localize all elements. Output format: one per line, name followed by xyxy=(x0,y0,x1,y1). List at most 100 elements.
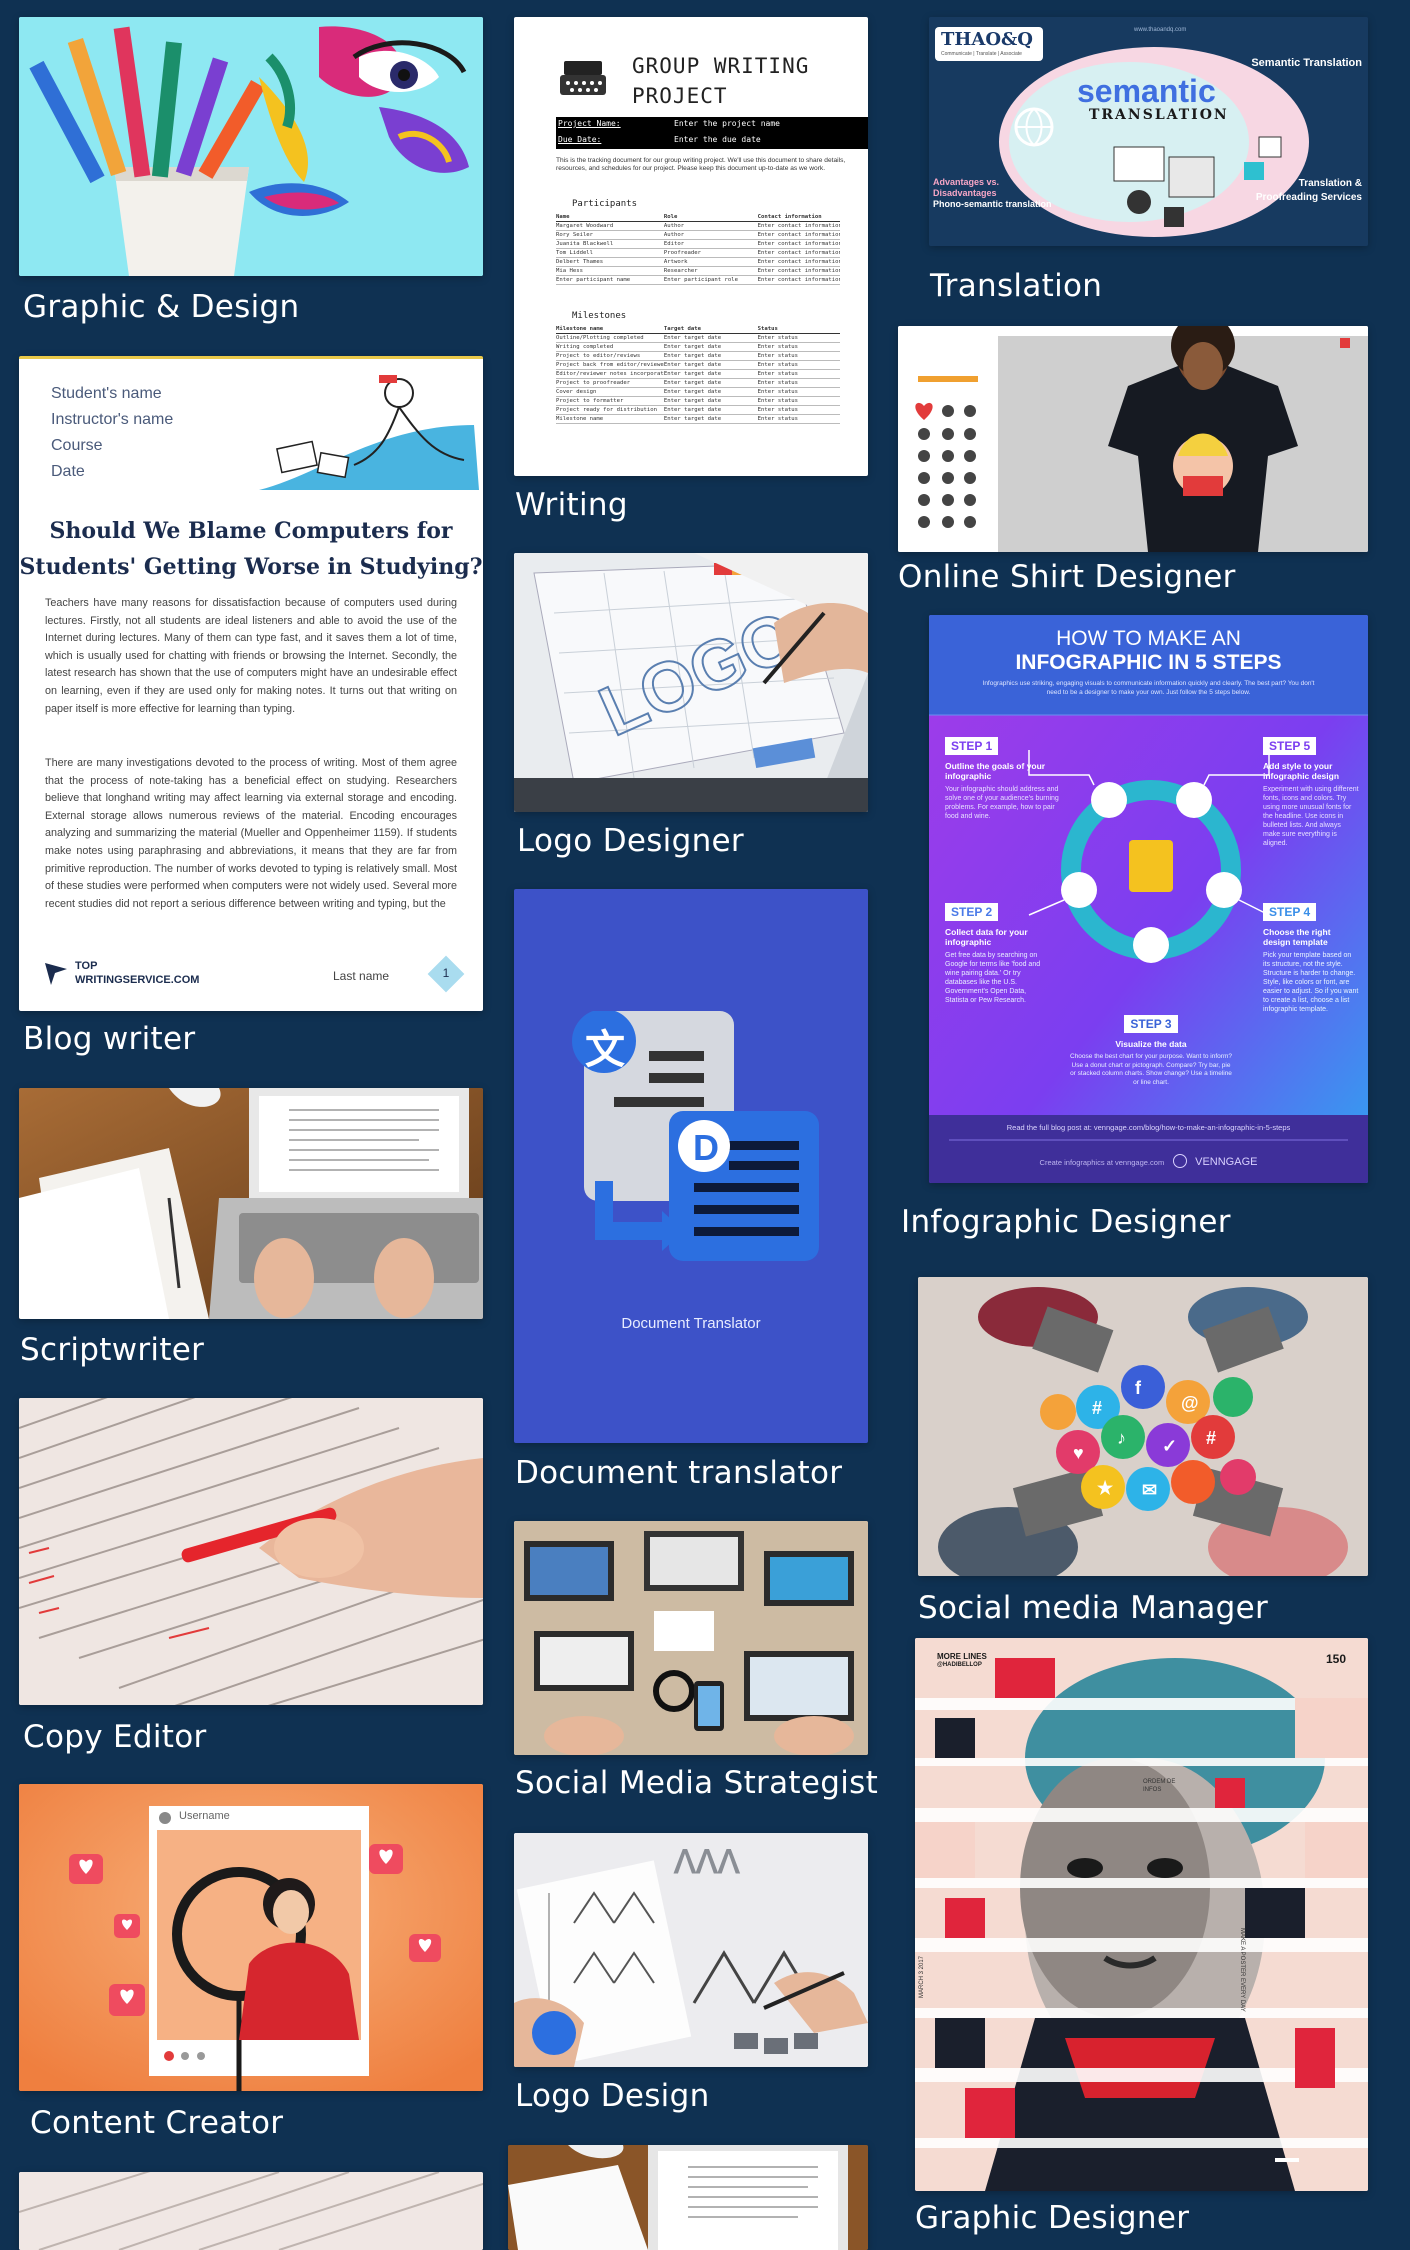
table-cell: Enter target date xyxy=(663,389,722,395)
infographic-intro: Infographics use striking, engaging visu… xyxy=(982,680,1315,696)
infographic-designer-caption[interactable]: Infographic Designer xyxy=(901,1207,1231,1238)
table-cell: Project ready for distribution xyxy=(556,407,658,413)
social-media-manager-photo: # f @ ♥ ♪ ✓ # ★ ✉ xyxy=(918,1277,1368,1576)
document-translator-card[interactable]: 文 D Document Translator xyxy=(514,889,868,1443)
poster-header-left: MORE LINES @HADIBELLOP xyxy=(937,1652,987,1670)
infographic-footer-credits: Create infographics at venngage.com VENN… xyxy=(929,1152,1368,1170)
svg-text:✉: ✉ xyxy=(1142,1480,1157,1500)
table-cell: Enter participant name xyxy=(556,277,631,283)
social-media-strategist-card[interactable] xyxy=(514,1521,868,1755)
logo-design-caption[interactable]: Logo Design xyxy=(515,2081,710,2112)
table-header-cell: Target date xyxy=(663,326,701,332)
poster-number: 150 xyxy=(1325,1652,1346,1666)
table-cell: Project to editor/reviews xyxy=(556,353,641,359)
writing-field-value: Enter the due date xyxy=(674,135,761,144)
doc-target-glyph: D xyxy=(693,1127,719,1168)
content-creator-caption[interactable]: Content Creator xyxy=(30,2108,283,2139)
blog-meta-line: Student's name xyxy=(51,385,162,402)
writing-card[interactable]: GROUP WRITING PROJECT Project Name: Ente… xyxy=(514,17,868,476)
graphic-designer-card[interactable]: MORE LINES @HADIBELLOP 150 MAKE A POSTER… xyxy=(915,1638,1368,2191)
blog-writer-caption[interactable]: Blog writer xyxy=(23,1024,195,1055)
writing-title-line: PROJECT xyxy=(632,84,728,108)
table-cell: Editor/reviewer notes incorporated xyxy=(556,371,664,377)
poster-header-line: MORE LINES xyxy=(937,1652,987,1661)
table-cell: Editor xyxy=(663,241,685,247)
table-row: Delbert Thames Artwork Enter contact infor… xyxy=(556,258,840,267)
blog-meta: Student's name Instructor's name Course … xyxy=(51,381,173,485)
table-cell: Enter target date xyxy=(663,362,722,368)
table-cell: Enter status xyxy=(757,335,799,341)
typewriter-icon xyxy=(560,61,606,95)
poster-side-left: MARCH 3 2017 xyxy=(919,1955,925,1998)
step-text: Experiment with using different fonts, i… xyxy=(1263,786,1359,847)
copy-editor-caption[interactable]: Copy Editor xyxy=(23,1722,207,1753)
milestones-table: Milestone name Target date Status Outline/P… xyxy=(556,325,840,424)
shirt-designer-screenshot xyxy=(898,326,1368,552)
table-cell: Enter target date xyxy=(663,344,722,350)
social-media-manager-card[interactable]: # f @ ♥ ♪ ✓ # ★ ✉ xyxy=(918,1277,1368,1576)
translation-left-line: Advantages vs. xyxy=(933,177,1000,187)
table-cell: Project back from editor/reviewers xyxy=(556,362,664,368)
table-header-row: Name Role Contact information xyxy=(556,213,840,222)
table-cell: Enter status xyxy=(757,380,799,386)
partial-copy-card[interactable] xyxy=(19,2172,483,2250)
step-badge: STEP 4 xyxy=(1263,903,1317,921)
translation-left-line: Disadvantages xyxy=(933,188,997,198)
writing-caption[interactable]: Writing xyxy=(515,490,628,521)
doc-source-glyph: 文 xyxy=(585,1028,625,1072)
logo-designer-caption[interactable]: Logo Designer xyxy=(517,826,744,857)
infographic-footer-credit: Create infographics at venngage.com xyxy=(1039,1158,1165,1167)
graphic-design-card[interactable] xyxy=(19,17,483,276)
svg-text:f: f xyxy=(1135,1378,1142,1398)
table-row: Mia Hess Researcher Enter contact informat… xyxy=(556,267,840,276)
infographic-step-3: STEP 3 Visualize the data Choose the bes… xyxy=(1069,1015,1233,1087)
table-row: Project ready for distribution Enter targ… xyxy=(556,406,840,415)
translation-caption[interactable]: Translation xyxy=(930,271,1102,302)
blog-footer-name: Last name xyxy=(333,969,390,983)
blog-brand-line: TOP xyxy=(75,960,98,972)
table-cell: Enter target date xyxy=(663,416,722,422)
document-translator-caption[interactable]: Document translator xyxy=(515,1458,842,1489)
content-creator-username: Username xyxy=(179,1810,230,1822)
table-cell: Rory Seiler xyxy=(556,232,594,238)
participants-heading: Participants xyxy=(572,199,638,209)
social-media-strategist-caption[interactable]: Social Media Strategist xyxy=(515,1768,878,1799)
graphic-design-caption[interactable]: Graphic & Design xyxy=(23,292,299,323)
translation-card[interactable]: THAO&Q Communicate | Translate | Associa… xyxy=(929,17,1368,246)
table-cell: Enter target date xyxy=(663,335,722,341)
copy-editor-card[interactable] xyxy=(19,1398,483,1705)
table-row: Project back from editor/reviewers Enter … xyxy=(556,361,840,370)
table-row: Writing completed Enter target date Enter … xyxy=(556,343,840,352)
online-shirt-designer-card[interactable] xyxy=(898,326,1368,552)
social-media-manager-caption[interactable]: Social media Manager xyxy=(918,1593,1268,1624)
blog-writer-card[interactable]: Student's name Instructor's name Course … xyxy=(19,356,483,1011)
scriptwriter-card[interactable] xyxy=(19,1088,483,1319)
logo-design-card[interactable]: ᐱᐱᐱ xyxy=(514,1833,868,2067)
blog-brand: TOP WRITINGSERVICE.COM xyxy=(75,959,199,987)
scriptwriter-caption[interactable]: Scriptwriter xyxy=(20,1335,204,1366)
table-cell: Enter target date xyxy=(663,353,722,359)
venngage-logo-icon xyxy=(1172,1153,1187,1168)
table-header-cell: Role xyxy=(663,214,678,220)
infographic-footer-link: Read the full blog post at: venngage.com… xyxy=(1006,1123,1291,1132)
step-text: Choose the best chart for your purpose. … xyxy=(1070,1053,1232,1086)
step-text: Pick your template based on its structur… xyxy=(1263,952,1359,1013)
table-cell: Enter status xyxy=(757,416,799,422)
infographic-title: HOW TO MAKE AN INFOGRAPHIC IN 5 STEPS xyxy=(929,627,1368,675)
online-shirt-designer-caption[interactable]: Online Shirt Designer xyxy=(898,562,1236,593)
content-creator-card[interactable]: Username xyxy=(19,1784,483,2091)
writing-fields: Project Name: Enter the project name Due… xyxy=(556,117,868,149)
infographic-designer-card[interactable]: HOW TO MAKE AN INFOGRAPHIC IN 5 STEPS In… xyxy=(929,615,1368,1183)
step-heading: Choose the right design template xyxy=(1263,927,1331,947)
table-cell: Enter participant role xyxy=(663,277,738,283)
graphic-designer-caption[interactable]: Graphic Designer xyxy=(915,2203,1189,2234)
translation-headline: semantic xyxy=(1077,73,1216,109)
blog-title-line: Should We Blame Computers for xyxy=(49,518,453,544)
milestones-heading: Milestones xyxy=(572,311,627,321)
partial-script-card[interactable] xyxy=(508,2145,868,2250)
logo-designer-card[interactable]: LOGO xyxy=(514,553,868,812)
graphic-design-illustration xyxy=(19,17,483,276)
step-heading: Outline the goals of your infographic xyxy=(945,761,1046,781)
infographic-footer-brand: VENNGAGE xyxy=(1195,1156,1258,1168)
infographic-art xyxy=(929,615,1368,1183)
